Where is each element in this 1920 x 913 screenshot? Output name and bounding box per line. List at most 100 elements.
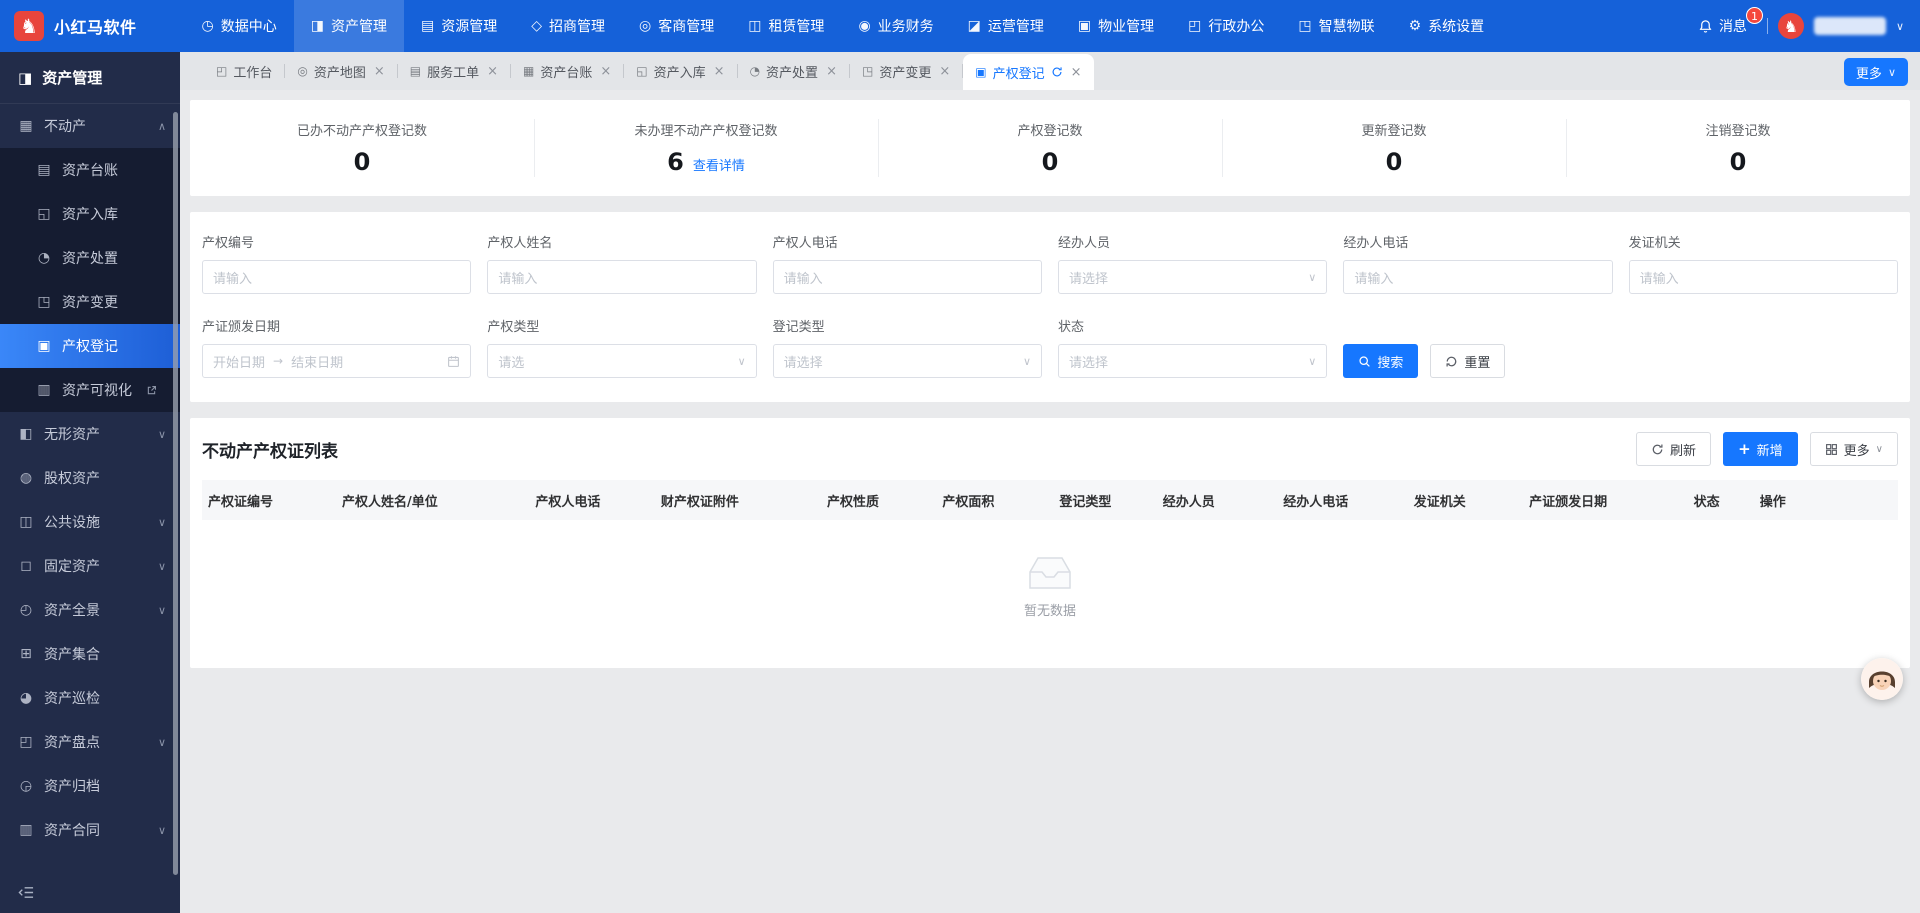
chevron-down-icon: ∨ xyxy=(1308,355,1316,368)
sidebar-item-asset-archive[interactable]: ◶资产归档 xyxy=(0,764,180,808)
tab-workbench[interactable]: ◰工作台 xyxy=(204,52,284,90)
field-issuing-authority: 发证机关 请输入 xyxy=(1629,232,1898,294)
nav-item-asset-management[interactable]: ◨资产管理 xyxy=(294,0,404,52)
column-header: 财产权证附件 xyxy=(655,491,821,510)
nav-item-data-center[interactable]: ◷数据中心 xyxy=(185,0,294,52)
nav-item-system-settings[interactable]: ⚙系统设置 xyxy=(1392,0,1502,52)
inbound-icon: ◱ xyxy=(36,206,52,222)
ledger-icon: ▤ xyxy=(36,162,52,178)
sidebar-item-intangible-assets[interactable]: ◧无形资产∨ xyxy=(0,412,180,456)
sidebar-item-asset-collection[interactable]: ⊞资产集合 xyxy=(0,632,180,676)
owner-phone-input[interactable]: 请输入 xyxy=(773,260,1042,294)
sidebar-submenu-real-estate: ▤资产台账 ◱资产入库 ◔资产处置 ◳资产变更 ▣产权登记 ▥ 资产可视化 xyxy=(0,148,180,412)
close-icon[interactable]: × xyxy=(374,64,385,79)
collapse-sidebar-icon[interactable] xyxy=(18,885,35,900)
sidebar-item-asset-disposal[interactable]: ◔资产处置 xyxy=(0,236,180,280)
view-details-link[interactable]: 查看详情 xyxy=(693,155,745,174)
sidebar-item-asset-inbound[interactable]: ◱资产入库 xyxy=(0,192,180,236)
messages-label: 消息 xyxy=(1719,16,1747,36)
tab-asset-change[interactable]: ◳资产变更× xyxy=(850,52,962,90)
column-header: 产权人姓名/单位 xyxy=(336,491,529,510)
box-icon: ◰ xyxy=(18,734,34,750)
close-icon[interactable]: × xyxy=(600,64,611,79)
user-avatar[interactable]: ♞ xyxy=(1778,13,1804,39)
nav-item-customer-management[interactable]: ◎客商管理 xyxy=(622,0,731,52)
messages-button[interactable]: 消息 1 xyxy=(1698,16,1757,36)
refresh-tab-icon[interactable] xyxy=(1051,66,1063,78)
nav-item-resource-management[interactable]: ▤资源管理 xyxy=(404,0,514,52)
nav-item-lease-management[interactable]: ◫租赁管理 xyxy=(731,0,841,52)
sidebar-item-public-facilities[interactable]: ◫公共设施∨ xyxy=(0,500,180,544)
property-type-select[interactable]: 请选∨ xyxy=(487,344,756,378)
tab-asset-ledger[interactable]: ▦资产台账× xyxy=(511,52,623,90)
registration-type-select[interactable]: 请选择∨ xyxy=(773,344,1042,378)
refresh-button[interactable]: 刷新 xyxy=(1636,432,1711,466)
column-header: 状态 xyxy=(1688,491,1754,510)
list-actions: 刷新 + 新增 更多 ∨ xyxy=(1636,432,1898,466)
chevron-down-icon: ∨ xyxy=(1888,66,1896,79)
stat-value: 0 xyxy=(354,148,371,176)
filter-panel: 产权编号 请输入 产权人姓名 请输入 产权人电话 请输入 经办人员 请选择∨ 经… xyxy=(190,212,1910,402)
column-header: 产权证编号 xyxy=(202,491,336,510)
reset-button[interactable]: 重置 xyxy=(1430,344,1505,378)
owner-name-input[interactable]: 请输入 xyxy=(487,260,756,294)
nav-item-admin-office[interactable]: ◰行政办公 xyxy=(1171,0,1281,52)
tab-asset-disposal[interactable]: ◔资产处置× xyxy=(738,52,849,90)
nav-item-property-management[interactable]: ▣物业管理 xyxy=(1061,0,1171,52)
list-more-button[interactable]: 更多 ∨ xyxy=(1810,432,1898,466)
tab-asset-map[interactable]: ◎资产地图× xyxy=(285,52,396,90)
building-icon: ▤ xyxy=(421,18,434,34)
close-icon[interactable]: × xyxy=(714,64,725,79)
field-issue-date: 产证颁发日期 开始日期 → 结束日期 xyxy=(202,316,471,378)
search-button[interactable]: 搜索 xyxy=(1343,344,1418,378)
user-menu-chevron-down-icon[interactable]: ∨ xyxy=(1896,20,1904,33)
cube-icon: ◨ xyxy=(311,18,324,34)
home-icon: ◫ xyxy=(748,18,761,34)
sidebar: ◨ 资产管理 ▦ 不动产 ∧ ▤资产台账 ◱资产入库 ◔资产处置 ◳资产变更 ▣… xyxy=(0,52,180,913)
sidebar-item-asset-stocktaking[interactable]: ◰资产盘点∨ xyxy=(0,720,180,764)
sidebar-item-asset-inspection[interactable]: ◕资产巡检 xyxy=(0,676,180,720)
nav-item-smart-iot[interactable]: ◳智慧物联 xyxy=(1281,0,1391,52)
sidebar-item-asset-change[interactable]: ◳资产变更 xyxy=(0,280,180,324)
add-button[interactable]: + 新增 xyxy=(1723,432,1798,466)
empty-text: 暂无数据 xyxy=(202,600,1898,619)
field-property-number: 产权编号 请输入 xyxy=(202,232,471,294)
close-icon[interactable]: × xyxy=(1071,65,1082,80)
sidebar-item-asset-contract[interactable]: ▥资产合同∨ xyxy=(0,808,180,852)
close-icon[interactable]: × xyxy=(826,64,837,79)
sidebar-item-asset-ledger[interactable]: ▤资产台账 xyxy=(0,148,180,192)
tab-asset-inbound[interactable]: ◱资产入库× xyxy=(624,52,736,90)
column-header: 经办人员 xyxy=(1157,491,1277,510)
inspection-icon: ◕ xyxy=(18,690,34,706)
sidebar-item-equity-assets[interactable]: ◍股权资产 xyxy=(0,456,180,500)
issuing-authority-input[interactable]: 请输入 xyxy=(1629,260,1898,294)
close-icon[interactable]: × xyxy=(939,64,950,79)
handler-select[interactable]: 请选择∨ xyxy=(1058,260,1327,294)
nav-item-business-finance[interactable]: ◉业务财务 xyxy=(841,0,950,52)
tab-service-order[interactable]: ▤服务工单× xyxy=(398,52,510,90)
sidebar-group-real-estate[interactable]: ▦ 不动产 ∧ xyxy=(0,104,180,148)
close-icon[interactable]: × xyxy=(487,64,498,79)
search-icon xyxy=(1358,355,1371,368)
status-select[interactable]: 请选择∨ xyxy=(1058,344,1327,378)
book-icon: ◧ xyxy=(18,426,34,442)
field-owner-name: 产权人姓名 请输入 xyxy=(487,232,756,294)
arrow-right-icon: → xyxy=(273,354,283,368)
sidebar-item-fixed-assets[interactable]: ◻固定资产∨ xyxy=(0,544,180,588)
sidebar-scrollbar[interactable] xyxy=(173,112,178,875)
handler-phone-input[interactable]: 请输入 xyxy=(1343,260,1612,294)
sidebar-item-property-registration[interactable]: ▣产权登记 xyxy=(0,324,180,368)
inbound-icon: ◱ xyxy=(636,64,647,78)
tabs-more-button[interactable]: 更多 ∨ xyxy=(1844,58,1908,86)
issue-date-range-picker[interactable]: 开始日期 → 结束日期 xyxy=(202,344,471,378)
app-logo[interactable]: ♞ xyxy=(14,11,44,41)
nav-item-investment-management[interactable]: ◇招商管理 xyxy=(514,0,622,52)
assistant-avatar[interactable] xyxy=(1861,658,1903,700)
sidebar-item-asset-visualization[interactable]: ▥ 资产可视化 xyxy=(0,368,180,412)
gear-icon: ⚙ xyxy=(1409,18,1422,34)
nav-item-operations-management[interactable]: ◪运营管理 xyxy=(951,0,1061,52)
property-number-input[interactable]: 请输入 xyxy=(202,260,471,294)
sidebar-item-asset-panorama[interactable]: ◴资产全景∨ xyxy=(0,588,180,632)
tab-property-registration-active[interactable]: ▣ 产权登记 × xyxy=(963,54,1093,90)
field-handler-phone: 经办人电话 请输入 xyxy=(1343,232,1612,294)
